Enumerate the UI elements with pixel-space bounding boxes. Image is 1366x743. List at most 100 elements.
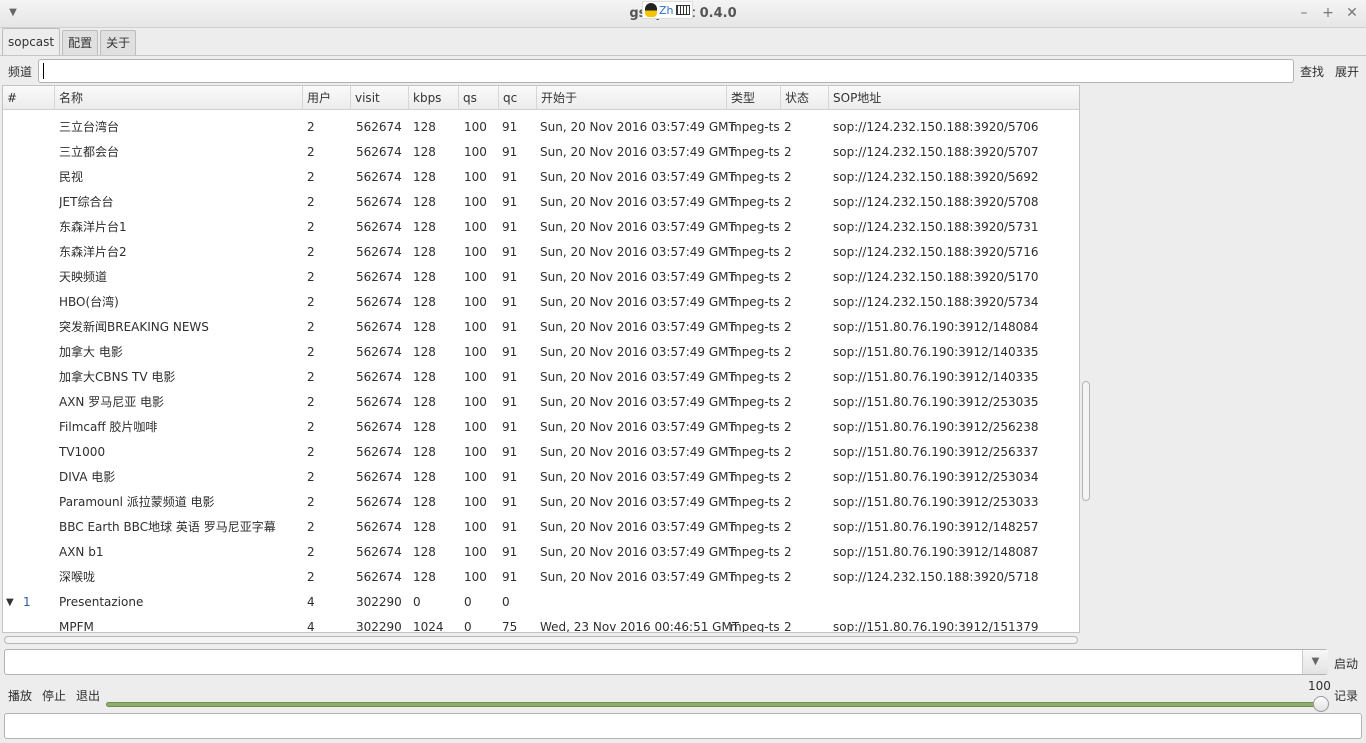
table-row[interactable]: DIVA 电影 2 562674 128 100 91 Sun, 20 Nov 2016 0… bbox=[3, 465, 1079, 490]
row-visit: 562674 bbox=[356, 270, 402, 284]
row-users: 4 bbox=[307, 620, 315, 633]
ime-indicator[interactable]: Zh bbox=[642, 1, 693, 19]
row-name: 民视 bbox=[59, 170, 84, 184]
table-row[interactable]: MPFM 4 302290 1024 0 75 Wed, 23 Nov 2016 00:46… bbox=[3, 615, 1079, 633]
close-icon[interactable]: ✕ bbox=[1346, 5, 1358, 21]
column-header-sop-address[interactable]: SOP地址 bbox=[829, 86, 1079, 110]
row-start-time: Sun, 20 Nov 2016 03:57:49 GMT bbox=[540, 545, 736, 559]
column-header-qs[interactable]: qs bbox=[459, 86, 499, 110]
table-row[interactable]: 加拿大CBNS TV 电影 2 562674 128 100 91 Sun, 20 Nov … bbox=[3, 365, 1079, 390]
row-start-time: Sun, 20 Nov 2016 03:57:49 GMT bbox=[540, 120, 736, 134]
row-users: 2 bbox=[307, 570, 315, 584]
volume-slider-handle[interactable] bbox=[1313, 696, 1329, 712]
row-type: mpeg-ts bbox=[730, 145, 780, 159]
column-header-kbps[interactable]: kbps bbox=[409, 86, 459, 110]
row-visit: 562674 bbox=[356, 120, 402, 134]
row-name: HBO(台湾) bbox=[59, 295, 119, 309]
table-row[interactable]: 三立台湾台 2 562674 128 100 91 Sun, 20 Nov 2016 03:… bbox=[3, 115, 1079, 140]
row-users: 2 bbox=[307, 370, 315, 384]
quit-button[interactable]: 退出 bbox=[76, 687, 100, 704]
row-visit: 562674 bbox=[356, 320, 402, 334]
expander-arrow-icon[interactable]: ▼ bbox=[6, 590, 14, 615]
table-row[interactable]: Paramounl 派拉蒙频道 电影 2 562674 128 100 91 Sun, 20… bbox=[3, 490, 1079, 515]
start-button[interactable]: 启动 bbox=[1334, 655, 1358, 672]
row-name: 深喉咙 bbox=[59, 570, 96, 584]
table-row[interactable]: 东森洋片台2 2 562674 128 100 91 Sun, 20 Nov 2016 03… bbox=[3, 240, 1079, 265]
table-row[interactable]: 突发新闻BREAKING NEWS 2 562674 128 100 91 Sun, 20 … bbox=[3, 315, 1079, 340]
row-qc: 91 bbox=[502, 370, 518, 384]
row-visit: 562674 bbox=[356, 495, 402, 509]
table-row[interactable]: 加拿大 电影 2 562674 128 100 91 Sun, 20 Nov 2016 03… bbox=[3, 340, 1079, 365]
tab-about[interactable]: 关于 bbox=[100, 30, 137, 56]
channel-search-input[interactable] bbox=[38, 59, 1294, 83]
row-sop-address: sop://151.80.76.190:3912/140335 bbox=[833, 345, 1039, 359]
row-status: 2 bbox=[784, 170, 792, 184]
row-users: 2 bbox=[307, 320, 315, 334]
table-row[interactable]: AXN 罗马尼亚 电影 2 562674 128 100 91 Sun, 20 Nov 20… bbox=[3, 390, 1079, 415]
row-type: mpeg-ts bbox=[730, 395, 780, 409]
row-qc: 91 bbox=[502, 420, 518, 434]
row-type: mpeg-ts bbox=[730, 570, 780, 584]
row-start-time: Sun, 20 Nov 2016 03:57:49 GMT bbox=[540, 170, 736, 184]
row-sop-address: sop://124.232.150.188:3920/5731 bbox=[833, 220, 1039, 234]
table-row[interactable]: ▼ 1 Presentazione 4 302290 0 0 0 bbox=[3, 590, 1079, 615]
table-row[interactable]: 民视 2 562674 128 100 91 Sun, 20 Nov 2016 03:57:… bbox=[3, 165, 1079, 190]
tab-sopcast[interactable]: sopcast bbox=[2, 28, 61, 56]
table-row[interactable]: BBC Earth BBC地球 英语 罗马尼亚字幕 2 562674 128 100 91… bbox=[3, 515, 1079, 540]
column-header-type[interactable]: 类型 bbox=[727, 86, 781, 110]
row-start-time: Sun, 20 Nov 2016 03:57:49 GMT bbox=[540, 320, 736, 334]
column-header-users[interactable]: 用户 bbox=[303, 86, 351, 110]
channel-url-combo[interactable] bbox=[4, 649, 1328, 675]
column-header-start[interactable]: 开始于 bbox=[537, 86, 727, 110]
table-row[interactable]: AXN b1 2 562674 128 100 91 Sun, 20 Nov 2016 03… bbox=[3, 540, 1079, 565]
row-qs: 100 bbox=[464, 545, 487, 559]
row-name: 东森洋片台1 bbox=[59, 220, 127, 234]
minimize-icon[interactable]: – bbox=[1298, 5, 1310, 21]
row-status: 2 bbox=[784, 470, 792, 484]
expand-button[interactable]: 展开 bbox=[1335, 63, 1359, 80]
row-users: 2 bbox=[307, 445, 315, 459]
tab-config[interactable]: 配置 bbox=[62, 30, 99, 56]
row-status: 2 bbox=[784, 520, 792, 534]
column-header-visit[interactable]: visit bbox=[351, 86, 409, 110]
combo-dropdown-icon[interactable]: ▼ bbox=[1302, 650, 1328, 674]
row-type: mpeg-ts bbox=[730, 420, 780, 434]
table-row[interactable]: HBO(台湾) 2 562674 128 100 91 Sun, 20 Nov 2016 0… bbox=[3, 290, 1079, 315]
row-kbps: 128 bbox=[413, 370, 436, 384]
row-type: mpeg-ts bbox=[730, 345, 780, 359]
vertical-scroll-thumb[interactable] bbox=[1082, 381, 1090, 501]
play-button[interactable]: 播放 bbox=[8, 687, 32, 704]
row-visit: 562674 bbox=[356, 570, 402, 584]
row-name: 三立都会台 bbox=[59, 145, 120, 159]
horizontal-scroll-thumb[interactable] bbox=[4, 636, 1078, 644]
row-qc: 91 bbox=[502, 545, 518, 559]
table-row[interactable]: 天映频道 2 562674 128 100 91 Sun, 20 Nov 2016 03:5… bbox=[3, 265, 1079, 290]
table-row[interactable]: 三立都会台 2 562674 128 100 91 Sun, 20 Nov 2016 03:… bbox=[3, 140, 1079, 165]
row-sop-address: sop://124.232.150.188:3920/5708 bbox=[833, 195, 1039, 209]
column-header-status[interactable]: 状态 bbox=[781, 86, 829, 110]
row-visit: 562674 bbox=[356, 545, 402, 559]
table-row[interactable]: TV1000 2 562674 128 100 91 Sun, 20 Nov 2016 03… bbox=[3, 440, 1079, 465]
volume-slider[interactable] bbox=[106, 702, 1322, 707]
table-row[interactable]: 深喉咙 2 562674 128 100 91 Sun, 20 Nov 2016 03:57… bbox=[3, 565, 1079, 590]
column-header-name[interactable]: 名称 bbox=[55, 86, 303, 110]
row-kbps: 128 bbox=[413, 520, 436, 534]
stop-button[interactable]: 停止 bbox=[42, 687, 66, 704]
table-row[interactable]: 东森洋片台1 2 562674 128 100 91 Sun, 20 Nov 2016 03… bbox=[3, 215, 1079, 240]
column-header-qc[interactable]: qc bbox=[499, 86, 537, 110]
record-button[interactable]: 记录 bbox=[1334, 687, 1358, 704]
row-qs: 100 bbox=[464, 420, 487, 434]
row-sop-address: sop://124.232.150.188:3920/5692 bbox=[833, 170, 1039, 184]
row-qs: 100 bbox=[464, 145, 487, 159]
column-header-index[interactable]: # bbox=[3, 86, 55, 110]
row-type: mpeg-ts bbox=[730, 320, 780, 334]
find-button[interactable]: 查找 bbox=[1300, 63, 1324, 80]
table-row[interactable]: Filmcaff 胶片咖啡 2 562674 128 100 91 Sun, 20 Nov … bbox=[3, 415, 1079, 440]
table-row[interactable]: JET综合台 2 562674 128 100 91 Sun, 20 Nov 2016 03… bbox=[3, 190, 1079, 215]
row-kbps: 128 bbox=[413, 195, 436, 209]
row-type: mpeg-ts bbox=[730, 520, 780, 534]
vertical-scrollbar[interactable] bbox=[1080, 85, 1092, 633]
row-type: mpeg-ts bbox=[730, 545, 780, 559]
maximize-icon[interactable]: + bbox=[1322, 5, 1334, 21]
row-status: 2 bbox=[784, 270, 792, 284]
